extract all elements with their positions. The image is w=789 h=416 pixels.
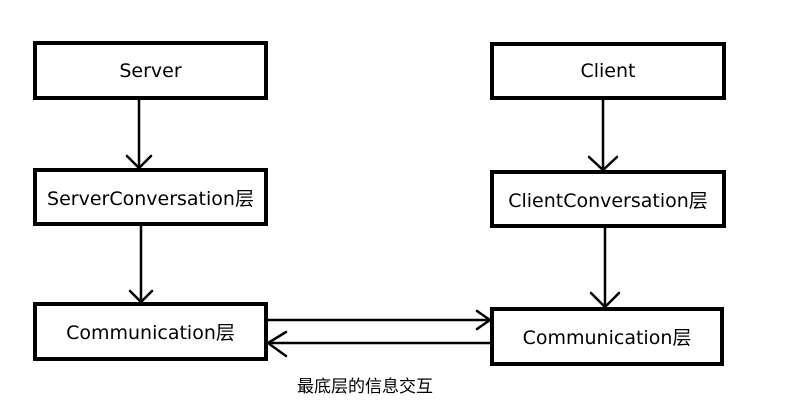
diagram-caption: 最底层的信息交互	[297, 377, 433, 397]
client-communication-node: Communication层	[490, 307, 724, 366]
server-conversation-node-label: ServerConversation层	[47, 187, 254, 210]
client-conversation-node: ClientConversation层	[490, 170, 726, 228]
server-node-label: Server	[119, 59, 182, 82]
client-node: Client	[490, 42, 726, 100]
server-communication-node: Communication层	[33, 302, 268, 361]
client-communication-node-label: Communication层	[522, 327, 692, 349]
client-conversation-node-label: ClientConversation层	[508, 189, 708, 212]
server-node: Server	[33, 41, 268, 100]
client-node-label: Client	[580, 60, 636, 82]
server-communication-node-label: Communication层	[66, 322, 235, 344]
server-conversation-node: ServerConversation层	[33, 168, 268, 226]
